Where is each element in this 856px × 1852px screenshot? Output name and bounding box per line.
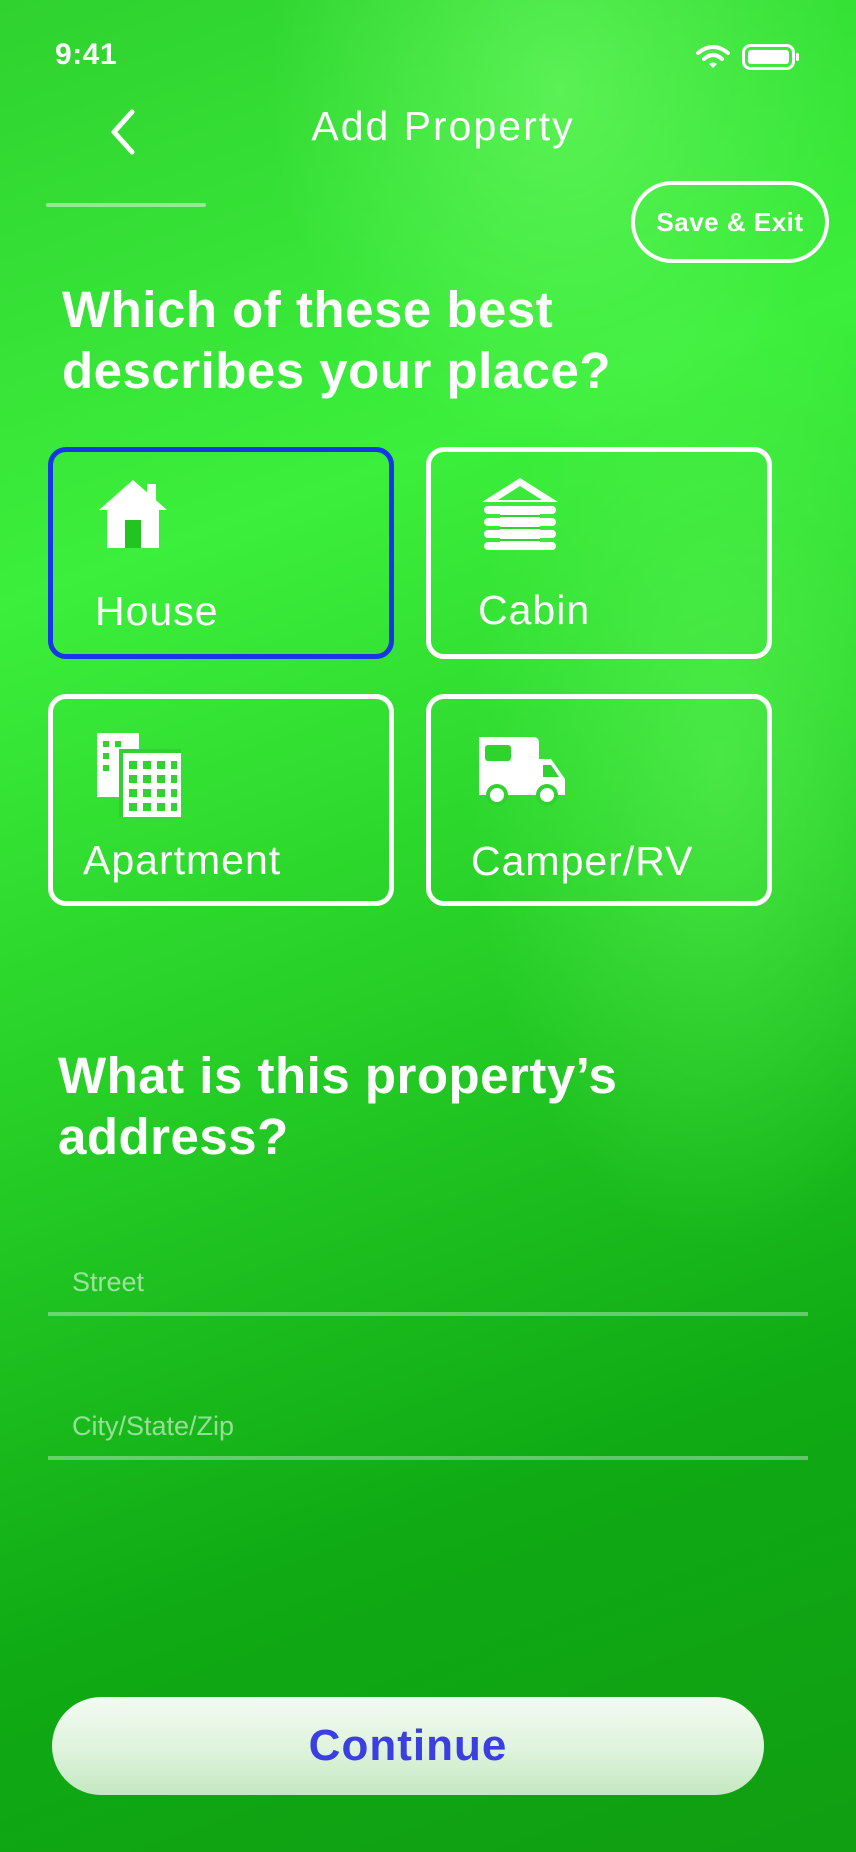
- page-title: Add Property: [311, 103, 575, 149]
- address-question: What is this property’s address?: [58, 1047, 618, 1165]
- camper-rv-icon: [475, 735, 567, 812]
- house-icon: [97, 478, 169, 555]
- property-type-question: Which of these best describes your place…: [62, 281, 612, 399]
- save-exit-button[interactable]: Save & Exit: [631, 181, 829, 263]
- property-type-cabin-card[interactable]: Cabin: [426, 447, 772, 659]
- wifi-icon: [696, 45, 730, 74]
- property-type-label: Apartment: [83, 837, 282, 883]
- property-type-label: Camper/RV: [471, 838, 694, 884]
- continue-button[interactable]: Continue: [52, 1697, 764, 1795]
- progress-indicator: [46, 203, 206, 207]
- status-time: 9:41: [55, 38, 118, 71]
- property-type-label: House: [95, 588, 219, 634]
- city-state-zip-input[interactable]: [72, 1411, 772, 1442]
- apartment-building-icon: [95, 733, 181, 822]
- street-input[interactable]: [72, 1267, 772, 1298]
- cabin-icon: [480, 478, 560, 555]
- street-field: [48, 1246, 808, 1316]
- property-type-camper-card[interactable]: Camper/RV: [426, 694, 772, 906]
- status-icons: [696, 44, 800, 75]
- add-property-screen: 9:41 Add Property Save & Exit Which of t…: [0, 0, 856, 1852]
- property-type-apartment-card[interactable]: Apartment: [48, 694, 394, 906]
- battery-icon: [742, 44, 800, 75]
- city-state-zip-field: [48, 1390, 808, 1460]
- property-type-house-card[interactable]: House: [48, 447, 394, 659]
- property-type-label: Cabin: [478, 587, 591, 633]
